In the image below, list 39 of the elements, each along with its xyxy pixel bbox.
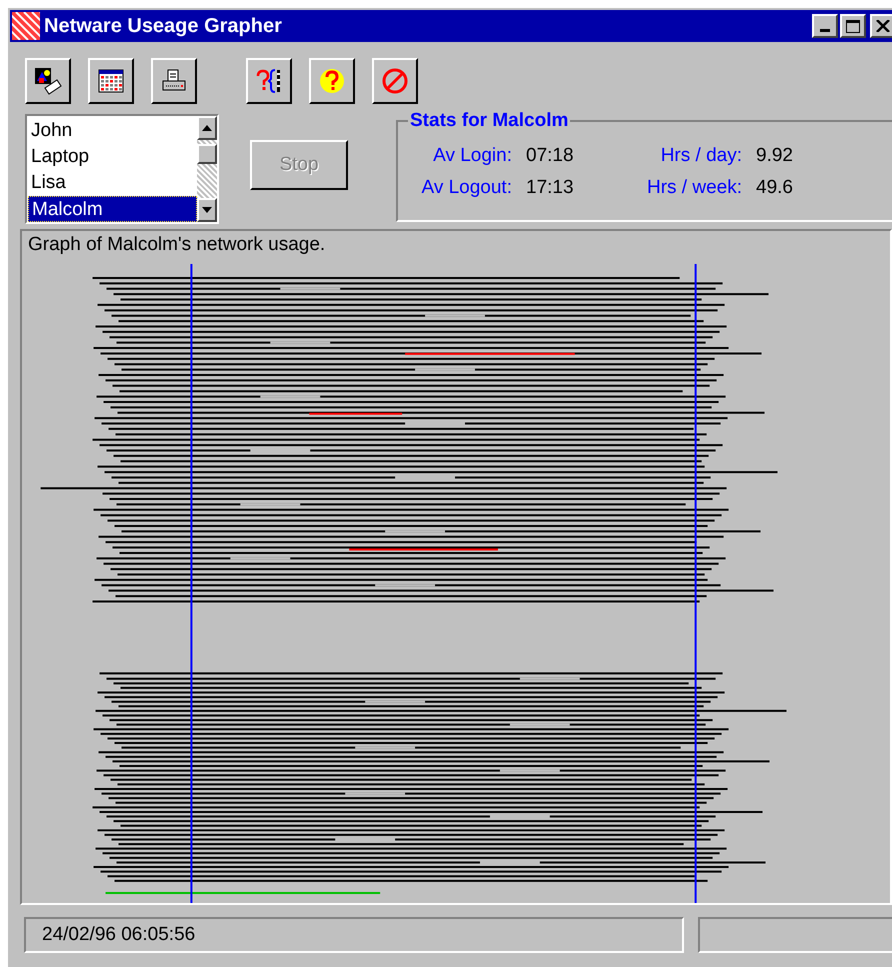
toolbar-button[interactable] bbox=[88, 58, 134, 104]
list-item[interactable]: Lisa bbox=[28, 170, 197, 196]
graph-caption: Graph of Malcolm's network usage. bbox=[27, 233, 326, 256]
up-arrow-icon bbox=[202, 125, 212, 131]
scroll-thumb[interactable] bbox=[197, 144, 217, 164]
people-card-icon bbox=[33, 66, 63, 96]
stat-value: 9.92 bbox=[755, 144, 794, 168]
stat-value: 17:13 bbox=[525, 176, 575, 200]
stat-label: Av Login: bbox=[432, 144, 513, 168]
no-entry-icon bbox=[381, 66, 409, 94]
minimize-button[interactable] bbox=[812, 14, 838, 38]
toolbar-button[interactable] bbox=[246, 58, 292, 104]
list-item[interactable]: Laptop bbox=[28, 144, 197, 170]
maximize-button[interactable] bbox=[840, 14, 866, 38]
scroll-down-button[interactable] bbox=[197, 198, 217, 222]
down-arrow-icon bbox=[202, 207, 212, 213]
help-icon bbox=[318, 66, 346, 94]
stat-label: Hrs / week: bbox=[646, 176, 743, 200]
list-item[interactable]: John bbox=[28, 118, 197, 144]
toolbar-button[interactable] bbox=[309, 58, 355, 104]
stat-label: Av Logout: bbox=[420, 176, 513, 200]
maximize-icon bbox=[846, 20, 860, 32]
close-button[interactable] bbox=[870, 14, 892, 38]
scrollbar[interactable] bbox=[197, 116, 217, 222]
stat-value: 49.6 bbox=[755, 176, 794, 200]
toolbar-button[interactable] bbox=[151, 58, 197, 104]
stat-value: 07:18 bbox=[525, 144, 575, 168]
minimize-icon bbox=[820, 29, 830, 32]
calendar-icon bbox=[97, 66, 125, 94]
window-title: Netware Useage Grapher bbox=[44, 14, 283, 39]
scroll-up-button[interactable] bbox=[197, 116, 217, 140]
close-icon bbox=[876, 20, 890, 32]
toolbar-button[interactable] bbox=[25, 58, 71, 104]
user-list[interactable]: John Laptop Lisa Malcolm bbox=[25, 114, 219, 224]
list-item[interactable]: Malcolm bbox=[28, 196, 197, 222]
toolbar-button[interactable] bbox=[372, 58, 418, 104]
app-logo-icon bbox=[12, 12, 40, 40]
status-panel: 24/02/96 06:05:56 bbox=[24, 917, 684, 953]
stat-label: Hrs / day: bbox=[660, 144, 743, 168]
